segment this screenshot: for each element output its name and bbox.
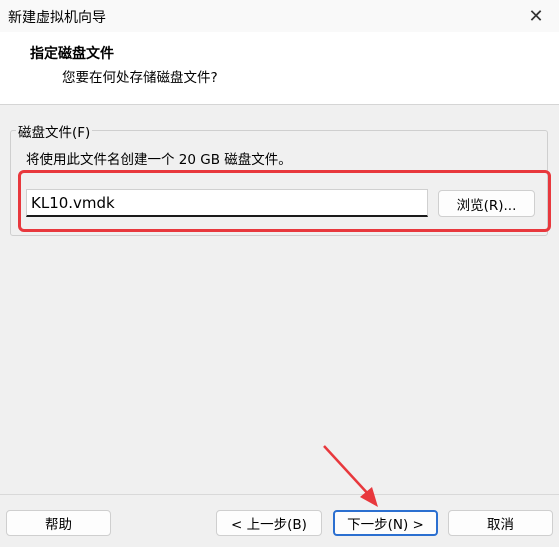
help-button[interactable]: 帮助 xyxy=(6,510,111,536)
wizard-header: 指定磁盘文件 您要在何处存储磁盘文件? xyxy=(0,32,559,105)
disk-file-group-legend: 磁盘文件(F) xyxy=(16,121,93,141)
footer-divider xyxy=(0,494,559,495)
close-button[interactable]: ✕ xyxy=(513,0,559,32)
close-icon: ✕ xyxy=(528,5,544,27)
page-subtitle: 您要在何处存储磁盘文件? xyxy=(62,70,218,86)
title-bar: 新建虚拟机向导 ✕ xyxy=(0,0,559,32)
page-title: 指定磁盘文件 xyxy=(30,46,114,62)
window-title: 新建虚拟机向导 xyxy=(8,10,106,26)
highlight-annotation-box xyxy=(18,170,551,232)
next-button[interactable]: 下一步(N) > xyxy=(333,510,438,536)
cancel-button[interactable]: 取消 xyxy=(448,510,553,536)
disk-file-description: 将使用此文件名创建一个 20 GB 磁盘文件。 xyxy=(26,152,292,168)
back-button[interactable]: < 上一步(B) xyxy=(216,510,322,536)
